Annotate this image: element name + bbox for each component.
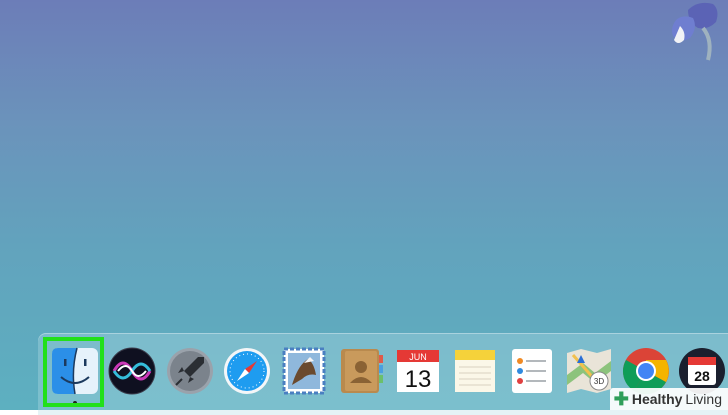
reminders-icon[interactable] (506, 345, 558, 397)
launchpad-icon[interactable] (164, 345, 216, 397)
calendar-icon[interactable]: JUN 13 (392, 345, 444, 397)
maps-icon[interactable]: 3D (563, 345, 615, 397)
siri-icon[interactable] (106, 345, 158, 397)
maps-3d-label: 3D (594, 377, 604, 386)
watermark-part2: Living (685, 391, 722, 407)
mail-icon[interactable] (278, 345, 330, 397)
watermark: ✚ Healthy Living (609, 388, 728, 410)
plus-icon: ✚ (613, 389, 629, 409)
calendar-month: JUN (409, 352, 427, 362)
notes-icon[interactable] (449, 345, 501, 397)
safari-icon[interactable] (221, 345, 273, 397)
selection-highlight (43, 337, 104, 407)
contacts-icon[interactable] (335, 345, 387, 397)
flower-decoration (672, 2, 718, 61)
watermark-part1: Healthy (631, 391, 683, 407)
calendar-day: 13 (405, 366, 432, 393)
fantastical-day: 28 (694, 368, 710, 384)
